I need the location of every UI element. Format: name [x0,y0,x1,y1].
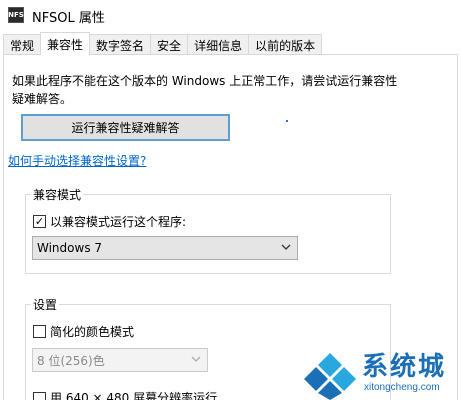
settings-group-label: 设置 [31,296,60,313]
window-title: NFSOL 属性 [32,11,105,26]
manual-settings-link[interactable]: 如何手动选择兼容性设置? [8,152,146,169]
stray-pixel [286,120,288,122]
color-depth-select-value: 8 位(256)色 [37,353,105,368]
tab-security[interactable]: 安全 [150,34,189,55]
compat-os-select[interactable]: Windows 7 [32,236,298,260]
color-depth-select[interactable]: 8 位(256)色 [32,348,208,372]
compat-mode-checkbox-label[interactable]: 以兼容模式运行这个程序: [50,213,186,230]
compat-mode-group [25,194,391,274]
compat-description: 如果此程序不能在这个版本的 Windows 上正常工作，请尝试运行兼容性疑难解答… [12,74,398,106]
resolution-checkbox[interactable] [33,392,46,400]
chevron-down-icon [281,244,291,250]
title-bar: NFS NFSOL 属性 [0,0,461,30]
tab-compatibility[interactable]: 兼容性 [40,32,91,55]
tab-general[interactable]: 常规 [3,34,42,55]
watermark-url: xitongcheng.com [364,382,440,393]
checkmark-icon: ✓ [34,215,45,228]
run-troubleshooter-button[interactable]: 运行兼容性疑难解答 [21,114,230,141]
tab-previous-versions[interactable]: 以前的版本 [248,34,323,55]
compat-mode-checkbox[interactable]: ✓ [33,215,46,228]
app-icon: NFS [8,7,24,23]
watermark-text: 系统城 [362,352,447,382]
tab-bar: 常规 兼容性 数字签名 安全 详细信息 以前的版本 [3,32,323,55]
compat-mode-group-label: 兼容模式 [31,186,84,203]
reduced-color-checkbox[interactable] [33,325,46,338]
reduced-color-checkbox-label[interactable]: 简化的颜色模式 [50,323,134,340]
compat-os-select-value: Windows 7 [37,241,103,255]
chevron-down-icon [191,356,201,362]
resolution-checkbox-label[interactable]: 用 640 × 480 屏幕分辨率运行 [50,389,217,400]
tab-details[interactable]: 详细信息 [187,34,250,55]
tab-digital-signatures[interactable]: 数字签名 [89,34,152,55]
